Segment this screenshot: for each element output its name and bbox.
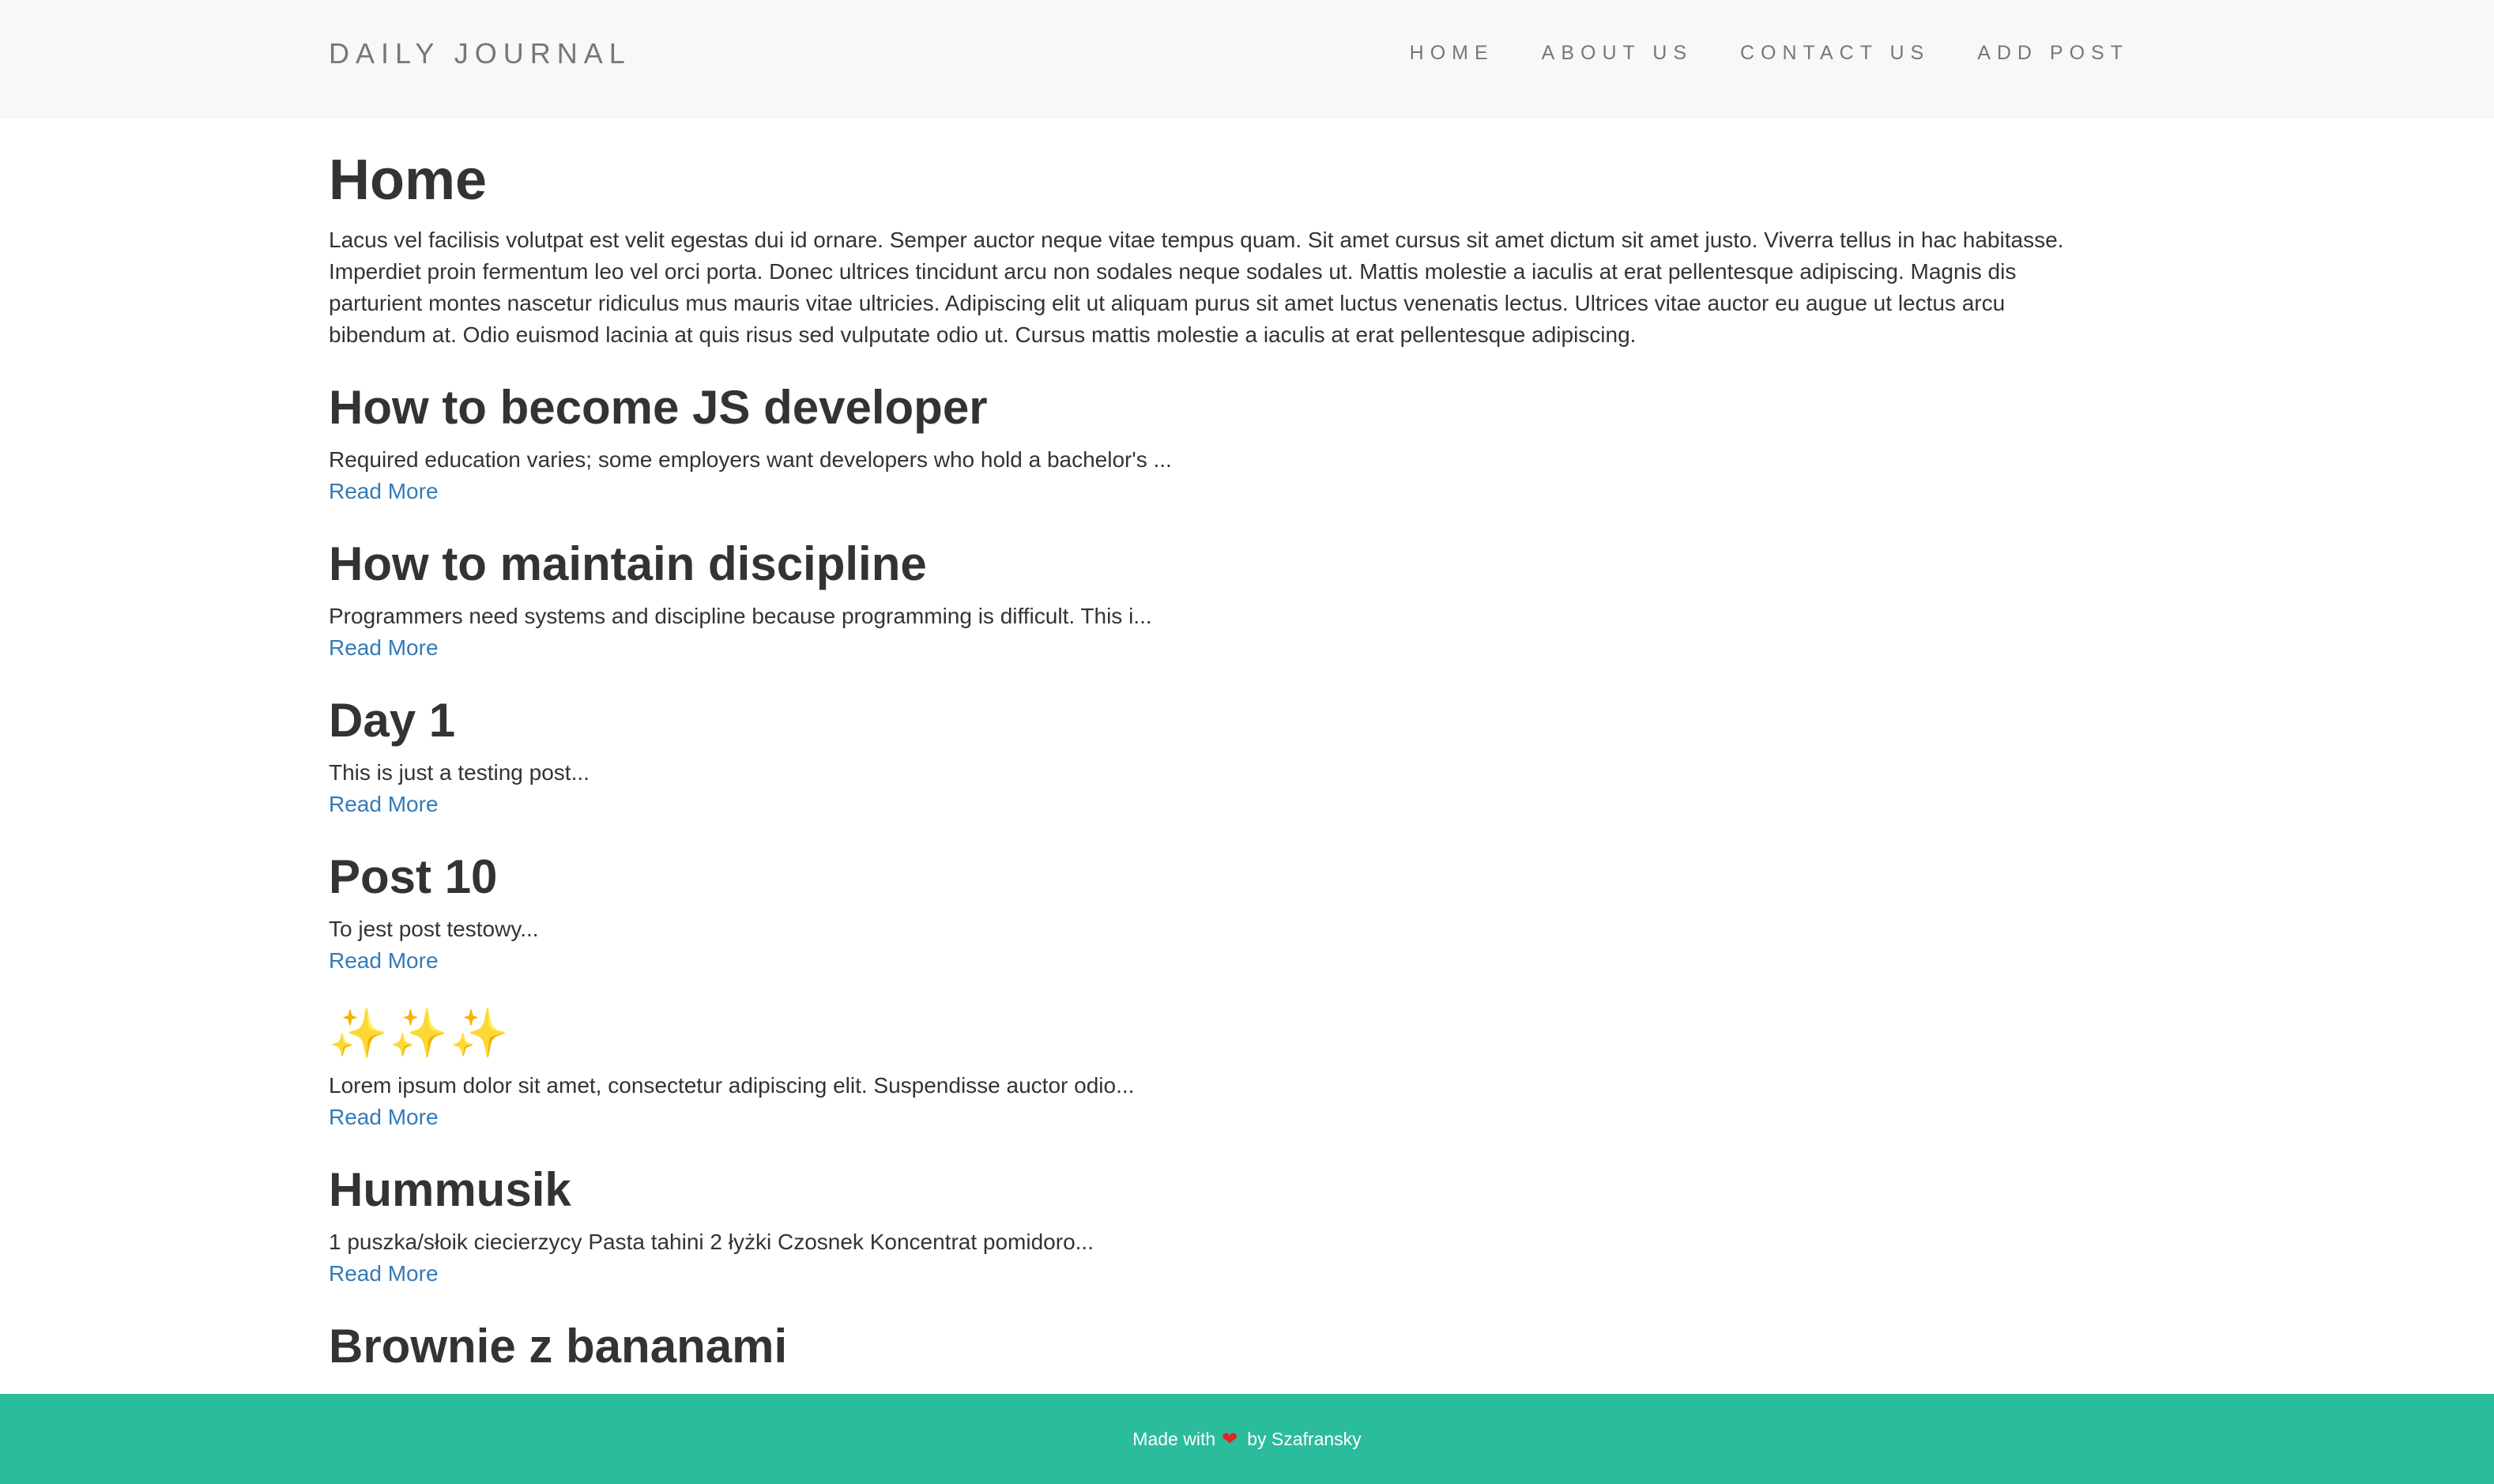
post-excerpt: This is just a testing post... (329, 760, 590, 785)
post-excerpt: To jest post testowy... (329, 917, 539, 941)
brand-logo[interactable]: DAILY JOURNAL (329, 35, 631, 73)
post-excerpt: Programmers need systems and discipline … (329, 604, 1152, 628)
post-item: Day 1 This is just a testing post... Rea… (329, 689, 2099, 820)
read-more-link[interactable]: Read More (329, 945, 439, 977)
footer-author: by Szafransky (1247, 1428, 1362, 1449)
nav-link-add-post[interactable]: ADD POST (1977, 40, 2129, 66)
intro-paragraph: Lacus vel facilisis volutpat est velit e… (329, 228, 2064, 347)
post-item: Post 10 To jest post testowy... Read Mor… (329, 846, 2099, 977)
post-title: How to become JS developer (329, 381, 988, 434)
post-item: Hummusik 1 puszka/słoik ciecierzycy Past… (329, 1158, 2099, 1290)
read-more-link[interactable]: Read More (329, 789, 439, 820)
post-title: Day 1 (329, 694, 456, 747)
post-excerpt: Lorem ipsum dolor sit amet, consectetur … (329, 1073, 1135, 1098)
post-item: How to become JS developer Required educ… (329, 376, 2099, 507)
nav-menu: HOME ABOUT US CONTACT US ADD POST (1410, 40, 2129, 66)
nav-link-home[interactable]: HOME (1410, 40, 1494, 66)
page-title: Home (329, 149, 488, 212)
nav-link-about-us[interactable]: ABOUT US (1542, 40, 1693, 66)
post-excerpt: 1 puszka/słoik ciecierzycy Pasta tahini … (329, 1230, 1094, 1254)
post-item: How to maintain discipline Programmers n… (329, 533, 2099, 664)
read-more-link[interactable]: Read More (329, 476, 439, 507)
post-title: How to maintain discipline (329, 537, 927, 590)
post-title: Post 10 (329, 850, 498, 903)
footer: Made with ❤ by Szafransky (0, 1394, 2494, 1484)
post-excerpt: Required education varies; some employer… (329, 447, 1172, 472)
heart-icon: ❤ (1222, 1428, 1238, 1450)
main-content: Home Lacus vel facilisis volutpat est ve… (329, 141, 2099, 1378)
post-title: Brownie z bananami (329, 1320, 788, 1373)
post-item: Brownie z bananami (329, 1315, 2099, 1378)
nav-link-contact-us[interactable]: CONTACT US (1740, 40, 1930, 66)
read-more-link[interactable]: Read More (329, 632, 439, 664)
post-title: ✨✨✨ (329, 1007, 511, 1060)
footer-prefix: Made with (1132, 1428, 1216, 1449)
read-more-link[interactable]: Read More (329, 1258, 439, 1290)
post-item: ✨✨✨ Lorem ipsum dolor sit amet, consecte… (329, 1002, 2099, 1133)
post-title: Hummusik (329, 1163, 571, 1216)
navbar: DAILY JOURNAL HOME ABOUT US CONTACT US A… (0, 0, 2494, 118)
read-more-link[interactable]: Read More (329, 1102, 439, 1133)
